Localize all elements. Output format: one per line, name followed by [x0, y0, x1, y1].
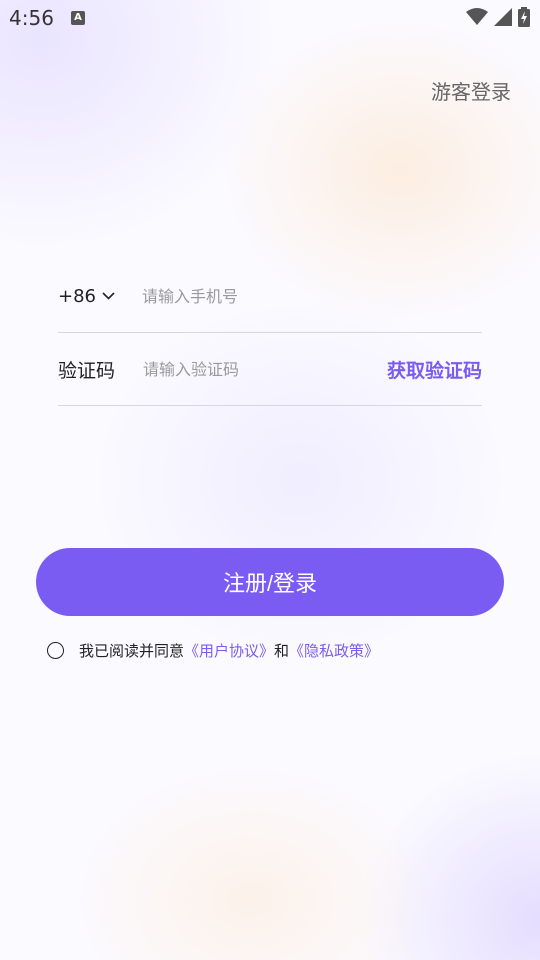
- signal-icon: [494, 8, 512, 26]
- agreement-conjunction: 和: [274, 642, 290, 660]
- register-login-button[interactable]: 注册/登录: [36, 548, 504, 616]
- wifi-icon: [466, 8, 488, 25]
- agree-radio[interactable]: [47, 642, 64, 659]
- chevron-down-icon: [102, 292, 115, 300]
- code-input[interactable]: [143, 359, 387, 379]
- status-bar: 4:56 A: [0, 0, 540, 36]
- code-label: 验证码: [58, 359, 116, 382]
- notification-a-icon: A: [71, 11, 85, 25]
- user-agreement-link[interactable]: 《用户协议》: [184, 640, 274, 661]
- country-code-label: +86: [58, 285, 96, 307]
- country-code-selector[interactable]: +86: [58, 286, 142, 307]
- code-row: 验证码 获取验证码: [58, 333, 482, 406]
- guest-login-link[interactable]: 游客登录: [431, 76, 511, 105]
- phone-row: +86: [58, 260, 482, 333]
- battery-charging-icon: [518, 7, 530, 27]
- agreement-prefix: 我已阅读并同意: [79, 642, 185, 660]
- agreement-row: 我已阅读并同意 《用户协议》 和 《隐私政策》: [47, 640, 379, 661]
- privacy-policy-link[interactable]: 《隐私政策》: [289, 640, 379, 661]
- phone-input[interactable]: [142, 286, 482, 306]
- status-time: 4:56: [9, 6, 54, 30]
- get-code-button[interactable]: 获取验证码: [387, 356, 482, 383]
- status-icons: [466, 6, 530, 28]
